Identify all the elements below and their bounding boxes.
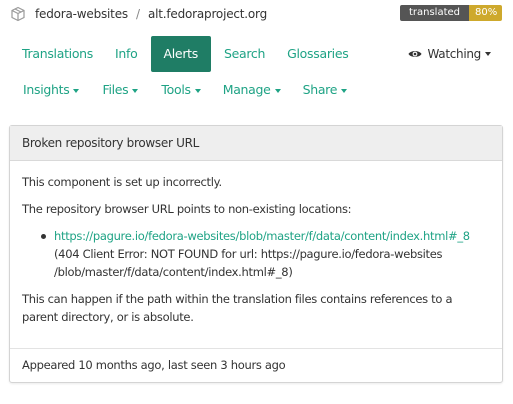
menu-insights[interactable]: Insights (13, 80, 89, 100)
appeared-prefix: Appeared (22, 358, 76, 372)
menu-share-label: Share (302, 82, 338, 97)
breadcrumb-component-link[interactable]: alt.fedoraproject.org (148, 7, 267, 21)
breadcrumb-project-link[interactable]: fedora-websites (35, 7, 128, 21)
list-item: https://pagure.io/fedora-websites/blob/m… (41, 227, 490, 281)
breadcrumb: fedora-websites / alt.fedoraproject.org (10, 5, 267, 23)
menu-share[interactable]: Share (293, 80, 358, 100)
menu-files[interactable]: Files (92, 80, 148, 100)
secondary-menus: Insights Files Tools Manage Share (13, 80, 357, 100)
watching-dropdown[interactable]: Watching (408, 36, 491, 72)
alert-panel: Broken repository browser URL This compo… (9, 125, 503, 383)
translated-badge-label: translated (399, 5, 469, 21)
alert-hint: This can happen if the path within the t… (22, 292, 453, 324)
menu-manage[interactable]: Manage (213, 80, 291, 100)
error-line-1: (404 Client Error: NOT FOUND for url: ht… (54, 247, 443, 261)
error-line-2: /blob/master/f/data/content/index.html#_… (54, 265, 293, 279)
appeared-time: 10 months ago (78, 358, 162, 372)
chevron-down-icon (194, 88, 201, 93)
tab-glossaries[interactable]: Glossaries (276, 36, 359, 72)
translated-badge[interactable]: translated 80% (399, 5, 502, 21)
chevron-down-icon (485, 52, 491, 56)
primary-tabs: Translations Info Alerts Search Glossari… (11, 36, 359, 72)
alert-lead: The repository browser URL points to non… (22, 202, 352, 216)
tab-search[interactable]: Search (213, 36, 276, 72)
chevron-down-icon (274, 88, 281, 93)
tab-alerts[interactable]: Alerts (150, 36, 211, 72)
menu-files-label: Files (102, 82, 129, 97)
menu-tools[interactable]: Tools (151, 80, 210, 100)
tab-translations[interactable]: Translations (11, 36, 104, 72)
chevron-down-icon (341, 88, 348, 93)
broken-url-link[interactable]: https://pagure.io/fedora-websites/blob/m… (54, 229, 470, 243)
seen-prefix: , last seen (161, 358, 217, 372)
menu-manage-label: Manage (222, 82, 271, 97)
tab-info[interactable]: Info (104, 36, 148, 72)
broken-url-list: https://pagure.io/fedora-websites/blob/m… (41, 227, 490, 281)
eye-icon (408, 51, 422, 57)
translated-badge-value: 80% (469, 5, 502, 21)
watching-label: Watching (427, 47, 481, 61)
alert-intro: This component is set up incorrectly. (22, 175, 222, 189)
chevron-down-icon (132, 88, 139, 93)
alert-body: This component is set up incorrectly. Th… (10, 161, 502, 326)
alert-footer: Appeared 10 months ago, last seen 3 hour… (10, 348, 502, 382)
alert-title: Broken repository browser URL (10, 126, 502, 161)
chevron-down-icon (73, 88, 80, 93)
seen-time: 3 hours ago (220, 358, 286, 372)
menu-tools-label: Tools (161, 82, 191, 97)
menu-insights-label: Insights (23, 82, 70, 97)
breadcrumb-separator: / (135, 7, 140, 21)
component-cube-icon (11, 6, 25, 22)
